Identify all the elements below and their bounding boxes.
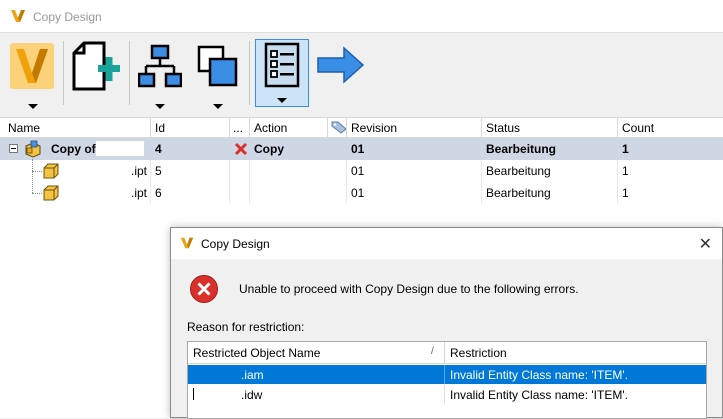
redacted-name [194, 367, 240, 381]
error-dialog: Copy Design ✕ Unable to proceed with Cop… [170, 227, 723, 419]
dialog-titlebar: Copy Design ✕ [171, 228, 722, 259]
next-button[interactable] [316, 45, 366, 87]
main-titlebar: Copy Design [0, 0, 723, 33]
chevron-down-icon [213, 104, 223, 109]
red-x-icon [234, 142, 248, 156]
tree-collapse-toggle[interactable] [9, 144, 18, 153]
column-header-name[interactable]: Name [8, 121, 40, 135]
list-view-button[interactable] [255, 39, 309, 107]
row-name: .ipt [131, 164, 148, 178]
redacted-name [70, 163, 130, 178]
row-action: Copy [254, 142, 284, 156]
autodesk-vault-logo [180, 237, 194, 249]
part-icon [43, 185, 59, 201]
column-header-more[interactable]: ... [233, 121, 243, 135]
column-header-revision[interactable]: Revision [351, 121, 397, 135]
row-revision: 01 [351, 164, 365, 178]
grid-header: Name Id ... Action Revision Status Count [0, 117, 723, 138]
error-icon [190, 275, 218, 303]
reason-label: Reason for restriction: [187, 320, 305, 334]
row-count: 1 [622, 164, 629, 178]
row-status: Bearbeitung [486, 164, 551, 178]
restriction-text: Invalid Entity Class name: 'ITEM'. [450, 388, 628, 402]
close-icon[interactable]: ✕ [699, 234, 712, 254]
column-header-status[interactable]: Status [486, 121, 520, 135]
overlap-squares-icon [197, 45, 238, 87]
table-row[interactable]: .ipt 6 01 Bearbeitung 1 [0, 182, 723, 204]
autodesk-vault-logo [11, 10, 25, 22]
restriction-text: Invalid Entity Class name: 'ITEM'. [450, 368, 628, 382]
row-id: 6 [155, 186, 162, 200]
error-message: Unable to proceed with Copy Design due t… [239, 282, 579, 296]
toolbar [0, 33, 723, 117]
row-id: 5 [155, 164, 162, 178]
vault-v-icon [10, 43, 54, 89]
row-name: .ipt [131, 186, 148, 200]
vault-menu-button[interactable] [8, 41, 56, 111]
dialog-title: Copy Design [201, 237, 270, 251]
row-count: 1 [622, 186, 629, 200]
checklist-icon [264, 42, 300, 88]
copy-view-button[interactable] [194, 41, 242, 111]
assembly-icon [25, 140, 41, 158]
restriction-list: Restricted Object Name / Restriction .ia… [187, 341, 707, 419]
table-row[interactable]: Copy of 4 Copy 01 Bearbeitung 1 [0, 138, 723, 160]
row-status: Bearbeitung [486, 142, 557, 156]
list-header: Restricted Object Name / Restriction [188, 342, 706, 364]
row-status: Bearbeitung [486, 186, 551, 200]
row-count: 1 [622, 142, 629, 156]
list-item[interactable]: .iam Invalid Entity Class name: 'ITEM'. [188, 365, 706, 384]
redacted-name [96, 141, 144, 156]
add-file-icon [72, 41, 120, 91]
row-revision: 01 [351, 186, 365, 200]
row-name: Copy of [51, 142, 96, 156]
column-header-count[interactable]: Count [622, 121, 654, 135]
structure-button[interactable] [136, 41, 184, 111]
chevron-down-icon [155, 104, 165, 109]
column-header-restricted-object[interactable]: Restricted Object Name [193, 346, 320, 360]
tag-icon [331, 121, 347, 134]
row-id: 4 [155, 142, 162, 156]
part-icon [43, 163, 59, 179]
toolbar-separator [129, 41, 130, 105]
list-item[interactable]: .idw Invalid Entity Class name: 'ITEM'. [188, 385, 706, 404]
column-header-tag[interactable] [331, 120, 347, 137]
redacted-name [70, 185, 130, 200]
column-header-action[interactable]: Action [254, 121, 287, 135]
column-header-id[interactable]: Id [155, 121, 165, 135]
toolbar-separator [249, 41, 250, 105]
restricted-object-name: .iam [241, 368, 264, 382]
column-header-restriction[interactable]: Restriction [450, 346, 507, 360]
restricted-object-name: .idw [241, 388, 263, 402]
window-title: Copy Design [33, 10, 102, 24]
restricted-object-prefix [193, 388, 197, 400]
hierarchy-icon [138, 44, 182, 88]
sort-indicator: / [431, 346, 434, 357]
redacted-name [198, 387, 240, 401]
add-file-button[interactable] [70, 41, 122, 95]
arrow-right-icon [317, 46, 365, 84]
chevron-down-icon [28, 104, 38, 109]
table-row[interactable]: .ipt 5 01 Bearbeitung 1 [0, 160, 723, 182]
row-revision: 01 [351, 142, 365, 156]
chevron-down-icon [277, 98, 287, 103]
toolbar-separator [63, 41, 64, 105]
